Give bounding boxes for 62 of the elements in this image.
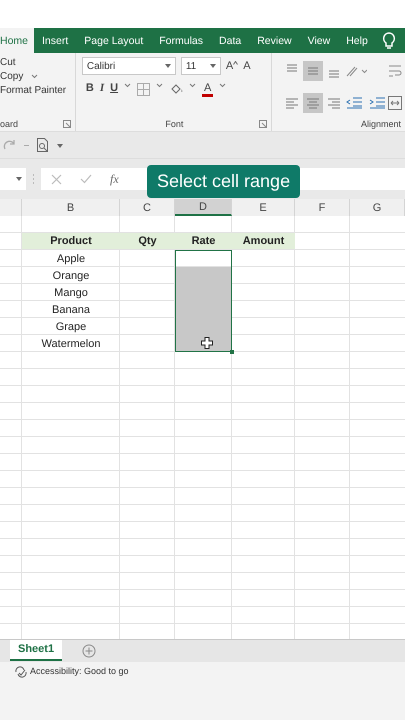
lightbulb-icon[interactable]: [382, 32, 396, 50]
add-sheet-icon[interactable]: [82, 644, 96, 658]
caption-tooltip: Select cell range: [147, 165, 300, 198]
ribbon-tab[interactable]: Formulas: [151, 28, 212, 53]
borders-icon[interactable]: [137, 83, 150, 96]
accessibility-icon: [14, 666, 28, 678]
dialog-launcher-icon[interactable]: [259, 120, 267, 128]
ribbon-tab[interactable]: Help: [338, 28, 376, 53]
clipboard-button[interactable]: Format Painter: [0, 85, 66, 96]
group-label: oard: [0, 118, 18, 128]
align-button[interactable]: [303, 92, 323, 112]
table-cell-text: Banana: [51, 302, 91, 318]
ribbon-tab[interactable]: Insert: [34, 28, 76, 53]
merge-cells-icon[interactable]: [387, 94, 403, 110]
table-header-cell: Qty: [120, 233, 175, 249]
cursor-icon: [201, 337, 213, 349]
increase-indent-icon[interactable]: [368, 94, 386, 110]
print-preview-icon[interactable]: [36, 137, 50, 153]
sheet-tab[interactable]: Sheet1: [10, 640, 62, 661]
ribbon-tab[interactable]: Data: [211, 28, 250, 53]
table-header-cell: Rate: [175, 233, 232, 249]
check-icon[interactable]: [80, 174, 92, 184]
shrink-font-button[interactable]: A: [243, 60, 251, 72]
ribbon-tab[interactable]: Home: [0, 28, 34, 53]
decrease-indent-icon[interactable]: [345, 94, 363, 110]
ribbon-tab[interactable]: Review: [249, 28, 300, 53]
column-header[interactable]: D: [175, 199, 232, 216]
italic-button[interactable]: I: [100, 83, 104, 94]
ribbon-tab[interactable]: Page Layout: [76, 28, 152, 53]
fill-color-icon[interactable]: [169, 83, 184, 96]
column-header[interactable]: F: [295, 199, 350, 216]
dialog-launcher-icon[interactable]: [62, 120, 71, 128]
bold-button[interactable]: B: [86, 83, 94, 94]
group-label: Font: [165, 118, 184, 128]
table-header-cell: Product: [22, 233, 120, 249]
align-button[interactable]: [303, 60, 323, 80]
clipboard-button[interactable]: Copy: [0, 71, 24, 82]
wrap-text-icon[interactable]: [387, 62, 403, 78]
column-header[interactable]: E: [232, 199, 295, 216]
group-label: Alignment: [360, 118, 401, 128]
table-cell-text: Grape: [54, 320, 88, 334]
grow-font-button[interactable]: A: [226, 60, 238, 72]
column-header[interactable]: G: [350, 199, 405, 216]
clipboard-button[interactable]: Cut: [0, 57, 16, 68]
table-cell-text: Apple: [56, 252, 86, 266]
name-box[interactable]: [0, 168, 26, 190]
column-header[interactable]: B: [22, 199, 120, 216]
table-cell-text: Mango: [53, 286, 89, 300]
selected-cell[interactable]: [175, 335, 232, 352]
font-color-button[interactable]: A: [202, 83, 214, 97]
insert-function-button[interactable]: fx: [110, 172, 119, 186]
font-name-field[interactable]: Calibri: [82, 57, 176, 75]
table-cell-text: Orange: [52, 268, 90, 284]
underline-button[interactable]: U: [110, 83, 118, 94]
selected-cell[interactable]: [175, 267, 232, 284]
font-size-field[interactable]: 11: [180, 57, 221, 75]
table-header-cell: Amount: [232, 233, 295, 249]
status-text: Accessibility: Good to go: [30, 666, 129, 676]
table-cell-text: Watermelon: [40, 336, 102, 352]
ribbon-tab[interactable]: View: [300, 28, 338, 53]
grip-icon: [32, 173, 35, 185]
customize-toolbar-icon[interactable]: [57, 142, 63, 148]
